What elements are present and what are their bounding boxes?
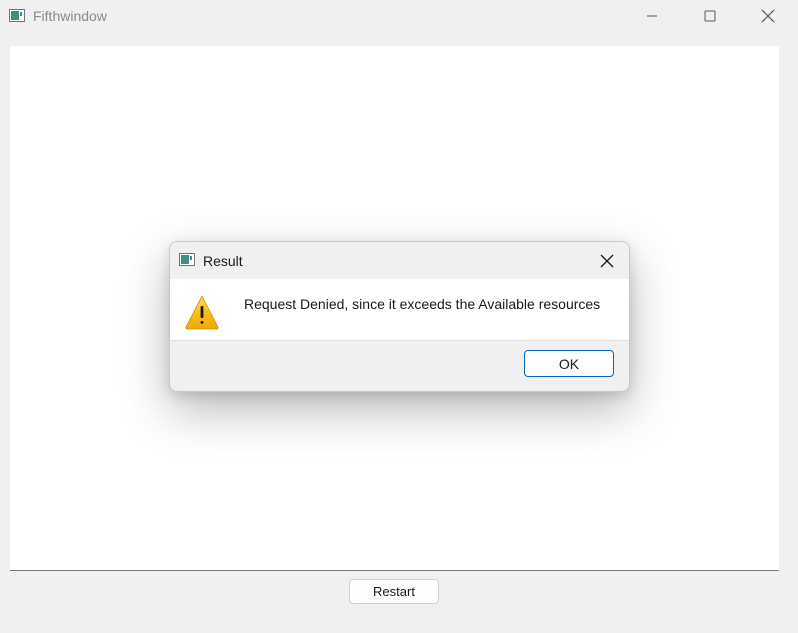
close-icon xyxy=(761,9,775,23)
close-icon xyxy=(600,254,614,268)
restart-button[interactable]: Restart xyxy=(349,579,439,604)
maximize-icon xyxy=(704,10,716,22)
dialog-body: Request Denied, since it exceeds the Ava… xyxy=(170,279,629,341)
ok-button[interactable]: OK xyxy=(524,350,614,377)
result-dialog: Result Request Denied, since it exceeds … xyxy=(169,241,630,392)
minimize-icon xyxy=(647,15,657,17)
dialog-close-button[interactable] xyxy=(590,249,624,273)
dialog-title: Result xyxy=(203,253,243,269)
minimize-button[interactable] xyxy=(624,0,680,32)
maximize-button[interactable] xyxy=(682,0,738,32)
dialog-message: Request Denied, since it exceeds the Ava… xyxy=(244,296,601,312)
window-title: Fifthwindow xyxy=(33,8,107,24)
app-window-icon xyxy=(9,9,25,22)
dialog-titlebar[interactable]: Result xyxy=(170,242,629,279)
app-window-icon xyxy=(179,253,195,266)
warning-icon xyxy=(185,295,219,330)
close-window-button[interactable] xyxy=(740,0,796,32)
window-titlebar[interactable]: Fifthwindow xyxy=(0,0,798,34)
